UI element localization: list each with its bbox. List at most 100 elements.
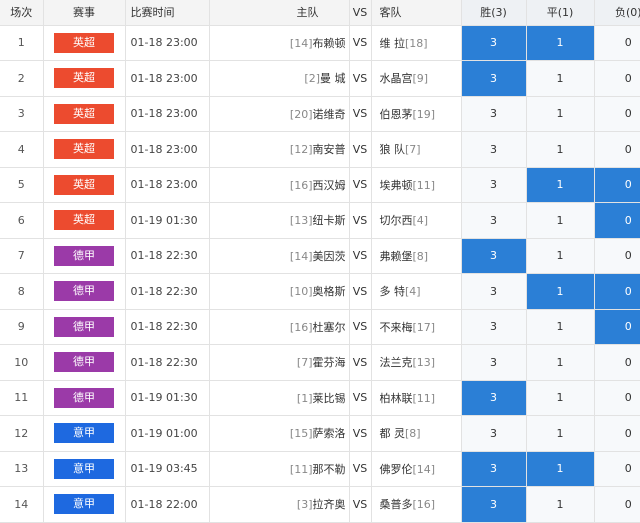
table-header: 场次 赛事 比赛时间 主队 VS 客队 胜(3) 平(1) 负(0)	[0, 0, 640, 26]
lose-option[interactable]: 0	[594, 415, 640, 452]
win-option[interactable]: 3	[461, 309, 527, 345]
match-time: 01-18 23:00	[125, 131, 210, 168]
away-rank: [17]	[412, 320, 436, 334]
draw-option[interactable]: 1	[526, 451, 595, 487]
win-option[interactable]: 3	[461, 344, 527, 381]
away-team-name: 柏林联	[379, 391, 413, 405]
draw-option[interactable]: 1	[526, 25, 595, 61]
home-rank: [15]	[289, 427, 313, 441]
win-option[interactable]: 3	[461, 96, 527, 132]
away-team-cell: 弗赖堡[8]	[371, 238, 462, 274]
lose-option[interactable]: 0	[594, 167, 640, 203]
home-team-name: 拉齐奥	[312, 498, 346, 512]
away-team-name: 不来梅	[379, 320, 413, 334]
away-rank: [9]	[412, 72, 429, 86]
win-option[interactable]: 3	[461, 380, 527, 416]
league-badge[interactable]: 英超	[54, 32, 114, 53]
home-team-cell: [20]诺维奇	[209, 96, 350, 132]
draw-option[interactable]: 1	[526, 415, 595, 452]
away-team-cell: 多 特[4]	[371, 273, 462, 310]
win-option[interactable]: 3	[461, 451, 527, 487]
draw-option[interactable]: 1	[526, 309, 595, 345]
match-time: 01-18 22:30	[125, 273, 210, 310]
win-option[interactable]: 3	[461, 25, 527, 61]
table-row: 6 英超 01-19 01:30 [13]纽卡斯 VS 切尔西[4] 3 1 0	[0, 202, 640, 239]
lose-option[interactable]: 0	[594, 380, 640, 416]
league-badge[interactable]: 意甲	[54, 423, 114, 444]
draw-option[interactable]: 1	[526, 202, 595, 239]
home-rank: [11]	[289, 462, 313, 476]
lose-option[interactable]: 0	[594, 451, 640, 487]
away-team-cell: 佛罗伦[14]	[371, 451, 462, 487]
away-rank: [14]	[412, 462, 436, 476]
lose-option[interactable]: 0	[594, 344, 640, 381]
league-badge[interactable]: 英超	[54, 174, 114, 195]
win-option[interactable]: 3	[461, 238, 527, 274]
draw-option[interactable]: 1	[526, 96, 595, 132]
away-team-name: 埃弗顿	[379, 178, 413, 192]
home-rank: [7]	[296, 356, 313, 370]
home-team-cell: [10]奥格斯	[209, 273, 350, 310]
draw-option[interactable]: 1	[526, 486, 595, 523]
header-time: 比赛时间	[125, 0, 210, 26]
match-time: 01-19 03:45	[125, 451, 210, 487]
win-option[interactable]: 3	[461, 486, 527, 523]
away-team-name: 弗赖堡	[379, 249, 413, 263]
draw-option[interactable]: 1	[526, 380, 595, 416]
vs-label: VS	[349, 25, 372, 61]
win-option[interactable]: 3	[461, 202, 527, 239]
lose-option[interactable]: 0	[594, 60, 640, 97]
vs-label: VS	[349, 60, 372, 97]
league-badge[interactable]: 意甲	[54, 458, 114, 479]
lose-option[interactable]: 0	[594, 486, 640, 523]
header-row: 场次 赛事 比赛时间 主队 VS 客队 胜(3) 平(1) 负(0)	[0, 0, 640, 26]
draw-option[interactable]: 1	[526, 167, 595, 203]
table-row: 11 德甲 01-19 01:30 [1]莱比锡 VS 柏林联[11] 3 1 0	[0, 380, 640, 416]
league-badge[interactable]: 德甲	[54, 387, 114, 408]
win-option[interactable]: 3	[461, 273, 527, 310]
away-team-cell: 水晶宫[9]	[371, 60, 462, 97]
win-option[interactable]: 3	[461, 167, 527, 203]
home-team-name: 纽卡斯	[312, 214, 346, 228]
lose-option[interactable]: 0	[594, 273, 640, 310]
vs-label: VS	[349, 309, 372, 345]
vs-label: VS	[349, 486, 372, 523]
league-badge[interactable]: 英超	[54, 210, 114, 231]
draw-option[interactable]: 1	[526, 238, 595, 274]
draw-option[interactable]: 1	[526, 344, 595, 381]
match-time: 01-18 22:30	[125, 238, 210, 274]
win-option[interactable]: 3	[461, 131, 527, 168]
league-badge[interactable]: 英超	[54, 139, 114, 160]
lose-option[interactable]: 0	[594, 309, 640, 345]
league-badge[interactable]: 德甲	[54, 352, 114, 373]
league-cell: 德甲	[43, 380, 126, 416]
win-option[interactable]: 3	[461, 60, 527, 97]
draw-option[interactable]: 1	[526, 60, 595, 97]
lose-option[interactable]: 0	[594, 25, 640, 61]
home-rank: [3]	[296, 498, 313, 512]
league-badge[interactable]: 德甲	[54, 245, 114, 266]
home-rank: [1]	[296, 391, 313, 405]
league-badge[interactable]: 德甲	[54, 281, 114, 302]
league-badge[interactable]: 英超	[54, 103, 114, 124]
home-team-name: 美因茨	[312, 249, 346, 263]
table-row: 2 英超 01-18 23:00 [2]曼 城 VS 水晶宫[9] 3 1 0	[0, 60, 640, 97]
win-option[interactable]: 3	[461, 415, 527, 452]
home-rank: [10]	[289, 285, 313, 299]
lose-option[interactable]: 0	[594, 238, 640, 274]
table-row: 3 英超 01-18 23:00 [20]诺维奇 VS 伯恩茅[19] 3 1 0	[0, 96, 640, 132]
lose-option[interactable]: 0	[594, 202, 640, 239]
match-number: 8	[0, 273, 44, 310]
league-badge[interactable]: 德甲	[54, 316, 114, 337]
lose-option[interactable]: 0	[594, 131, 640, 168]
vs-label: VS	[349, 415, 372, 452]
lose-option[interactable]: 0	[594, 96, 640, 132]
header-home: 主队	[209, 0, 350, 26]
away-team-name: 法兰克	[379, 356, 413, 370]
draw-option[interactable]: 1	[526, 131, 595, 168]
vs-label: VS	[349, 238, 372, 274]
away-team-name: 维 拉	[379, 36, 406, 50]
draw-option[interactable]: 1	[526, 273, 595, 310]
league-badge[interactable]: 意甲	[54, 494, 114, 515]
league-badge[interactable]: 英超	[54, 68, 114, 89]
